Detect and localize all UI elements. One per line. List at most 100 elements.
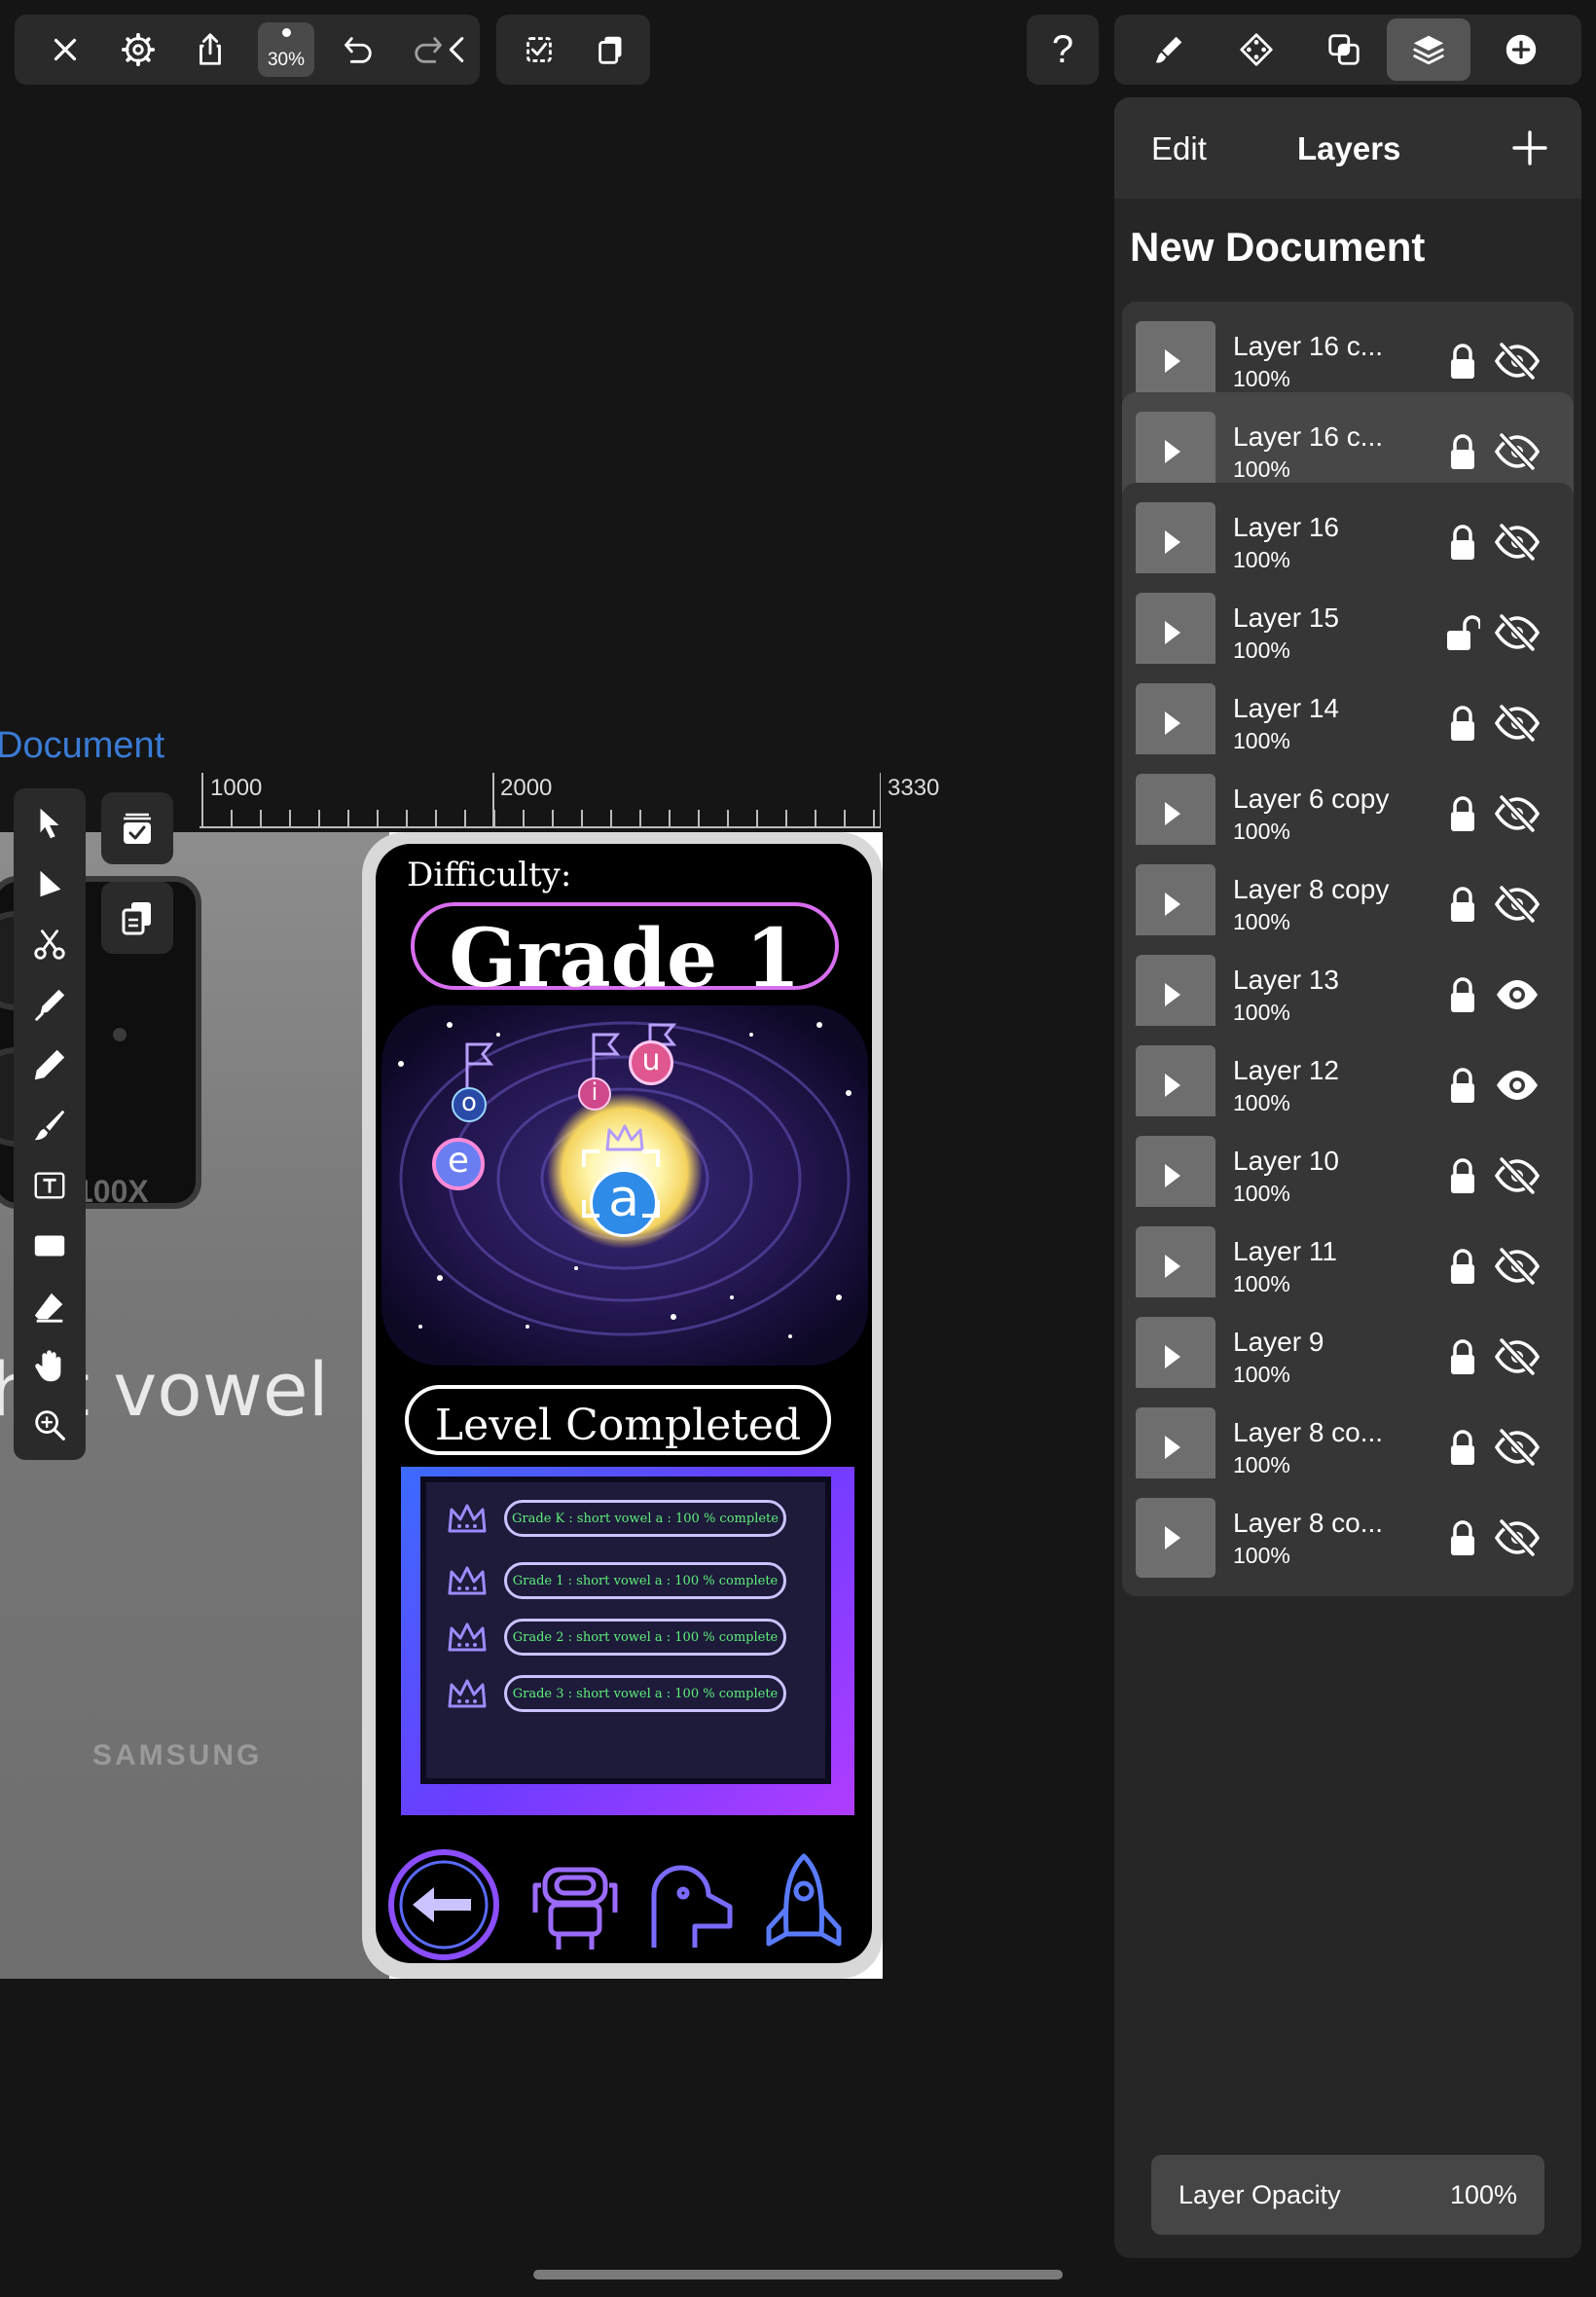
layer-opacity: 100%	[1233, 909, 1290, 934]
robot-icon[interactable]	[531, 1856, 619, 1953]
eye-slash-icon[interactable]	[1494, 1246, 1541, 1287]
lock-icon[interactable]	[1445, 795, 1480, 834]
add-layer-button[interactable]	[1499, 117, 1561, 179]
difficulty-label: Difficulty:	[407, 856, 572, 894]
lock-icon[interactable]	[1445, 1157, 1480, 1196]
eye-slash-icon[interactable]	[1494, 884, 1541, 925]
add-tab[interactable]	[1486, 15, 1556, 85]
pencil-tool[interactable]	[14, 1036, 86, 1094]
layer-name: Layer 16 c...	[1233, 331, 1384, 361]
select-checkbox-button[interactable]	[504, 15, 574, 85]
lock-icon[interactable]	[1445, 1519, 1480, 1558]
expand-arrow-icon[interactable]	[1165, 1074, 1180, 1097]
checkbox-select-icon	[526, 37, 552, 62]
artboard[interactable]: 100X h t vowel SAMSUNG Difficulty: Grade…	[0, 832, 883, 1979]
unlock-icon[interactable]	[1445, 614, 1480, 653]
expand-arrow-icon[interactable]	[1165, 711, 1180, 735]
expand-arrow-icon[interactable]	[1165, 802, 1180, 825]
eye-slash-icon[interactable]	[1494, 612, 1541, 653]
brush-tool[interactable]	[14, 1096, 86, 1154]
undo-button[interactable]	[322, 15, 392, 85]
layer-name: Layer 6 copy	[1233, 784, 1390, 814]
expand-arrow-icon[interactable]	[1165, 1255, 1180, 1278]
brush-style-icon	[1155, 36, 1182, 63]
layer-thumbnail	[1136, 955, 1215, 1035]
lock-icon[interactable]	[1445, 524, 1480, 563]
copy-button[interactable]	[576, 15, 646, 85]
collapse-toolbar-button[interactable]	[435, 15, 480, 85]
lock-icon[interactable]	[1445, 1429, 1480, 1468]
layer-name: Layer 9	[1233, 1327, 1324, 1357]
help-button[interactable]: ?	[1028, 15, 1098, 85]
lock-icon[interactable]	[1445, 1338, 1480, 1377]
style-tab[interactable]	[1134, 15, 1204, 85]
layer-row[interactable]: Layer 8 co... 100%	[1122, 1478, 1574, 1596]
home-indicator[interactable]	[533, 2270, 1063, 2279]
duplicate-button[interactable]	[101, 882, 173, 954]
lock-icon[interactable]	[1445, 705, 1480, 744]
edit-button[interactable]: Edit	[1151, 130, 1207, 167]
vowel-bubble-e[interactable]: e	[432, 1138, 485, 1190]
vowel-bubble-o[interactable]: o	[452, 1087, 487, 1122]
lock-icon[interactable]	[1445, 976, 1480, 1015]
scissors-tool[interactable]	[14, 915, 86, 973]
multi-select-button[interactable]	[101, 792, 173, 864]
zoom-level-button[interactable]: 30%	[258, 22, 314, 77]
layer-thumbnail	[1136, 1317, 1215, 1397]
settings-button[interactable]	[103, 15, 173, 85]
dinosaur-icon[interactable]	[640, 1856, 738, 1953]
expand-arrow-icon[interactable]	[1165, 1345, 1180, 1368]
select-tool[interactable]	[14, 794, 86, 853]
help-toolbar: ?	[1027, 15, 1099, 85]
text-tool[interactable]	[14, 1156, 86, 1215]
hand-tool[interactable]	[14, 1337, 86, 1396]
eye-slash-icon[interactable]	[1494, 1336, 1541, 1377]
eye-slash-icon[interactable]	[1494, 1155, 1541, 1196]
share-button[interactable]	[175, 15, 245, 85]
lock-icon[interactable]	[1445, 1067, 1480, 1106]
eye-slash-icon[interactable]	[1494, 431, 1541, 472]
layer-name: Layer 16	[1233, 512, 1339, 542]
boolean-tab[interactable]	[1309, 15, 1379, 85]
lock-icon[interactable]	[1445, 886, 1480, 925]
eye-slash-icon[interactable]	[1494, 703, 1541, 744]
lock-icon[interactable]	[1445, 433, 1480, 472]
expand-arrow-icon[interactable]	[1165, 893, 1180, 916]
shape-tool[interactable]	[14, 1217, 86, 1275]
zoom-tool[interactable]	[14, 1396, 86, 1454]
eye-slash-icon[interactable]	[1494, 1517, 1541, 1558]
symbols-tab[interactable]	[1221, 15, 1291, 85]
crown-icon	[448, 1504, 487, 1533]
layer-thumbnail	[1136, 502, 1215, 582]
close-button[interactable]	[30, 15, 100, 85]
eye-slash-icon[interactable]	[1494, 522, 1541, 563]
expand-arrow-icon[interactable]	[1165, 983, 1180, 1006]
expand-arrow-icon[interactable]	[1165, 1164, 1180, 1187]
eye-icon[interactable]	[1494, 1065, 1541, 1106]
layer-thumbnail	[1136, 1045, 1215, 1125]
document-tab-title[interactable]: Document	[0, 725, 164, 767]
expand-arrow-icon[interactable]	[1165, 349, 1180, 373]
layers-tab[interactable]	[1387, 18, 1470, 81]
lock-icon[interactable]	[1445, 343, 1480, 382]
eye-slash-icon[interactable]	[1494, 793, 1541, 834]
grade-progress-pill: Grade 2 : short vowel a : 100 % complete	[504, 1619, 786, 1656]
expand-arrow-icon[interactable]	[1165, 530, 1180, 554]
vowel-bubble-u[interactable]: u	[629, 1040, 673, 1085]
undo-icon	[345, 37, 372, 63]
rocket-icon[interactable]	[755, 1850, 852, 1957]
pen-tool[interactable]	[14, 975, 86, 1034]
expand-arrow-icon[interactable]	[1165, 1526, 1180, 1550]
eye-slash-icon[interactable]	[1494, 341, 1541, 382]
eye-slash-icon[interactable]	[1494, 1427, 1541, 1468]
layer-opacity-control[interactable]: Layer Opacity 100%	[1151, 2155, 1544, 2235]
lock-icon[interactable]	[1445, 1248, 1480, 1287]
eraser-tool[interactable]	[14, 1277, 86, 1335]
back-arrow-button[interactable]	[385, 1846, 502, 1963]
vowel-bubble-i[interactable]: i	[578, 1077, 611, 1111]
expand-arrow-icon[interactable]	[1165, 1436, 1180, 1459]
expand-arrow-icon[interactable]	[1165, 621, 1180, 644]
eye-icon[interactable]	[1494, 974, 1541, 1015]
expand-arrow-icon[interactable]	[1165, 440, 1180, 463]
direct-select-tool[interactable]	[14, 855, 86, 913]
